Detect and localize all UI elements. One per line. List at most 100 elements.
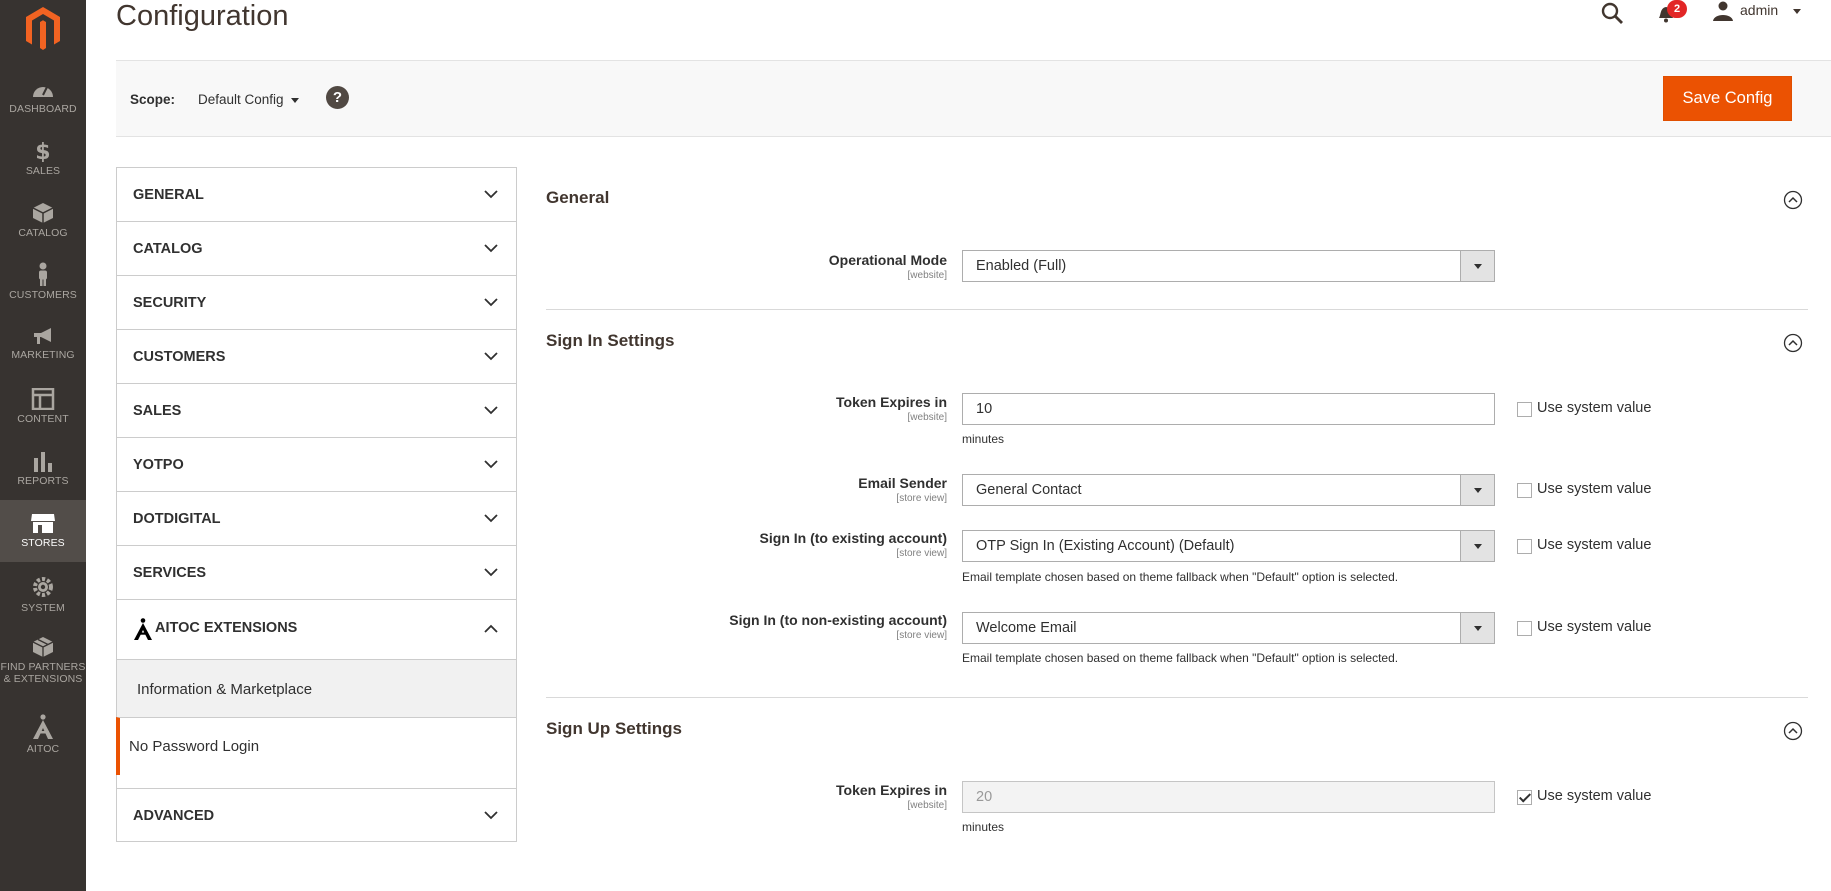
nav-aitoc-label: AITOC <box>26 743 60 755</box>
email-sender-label: Email Sender <box>858 475 947 491</box>
help-icon[interactable]: ? <box>326 86 349 109</box>
search-icon[interactable] <box>1600 1 1624 25</box>
aitoc-logo-icon <box>134 618 152 640</box>
tab-security-label: SECURITY <box>133 295 207 311</box>
select-arrow-icon <box>1460 251 1494 281</box>
nav-sales-label: SALES <box>25 165 61 177</box>
chevron-down-icon <box>484 244 498 253</box>
tab-general-label: GENERAL <box>133 187 204 203</box>
signup-token-expires-label: Token Expires in <box>836 782 947 798</box>
nav-content[interactable]: CONTENT <box>0 388 86 450</box>
tab-general[interactable]: GENERAL <box>116 167 517 221</box>
nav-partners[interactable]: FIND PARTNERS & EXTENSIONS <box>0 636 86 706</box>
checkbox[interactable] <box>1517 402 1532 417</box>
tab-dotdigital[interactable]: DOTDIGITAL <box>116 491 517 545</box>
tab-sales[interactable]: SALES <box>116 383 517 437</box>
email-sender-select[interactable]: General Contact <box>962 474 1495 506</box>
use-system-value-label: Use system value <box>1537 481 1652 497</box>
tab-catalog[interactable]: CATALOG <box>116 221 517 275</box>
magento-logo-icon[interactable] <box>25 6 61 52</box>
sign-in-non-existing-scope: [store view] <box>896 630 947 641</box>
chevron-up-icon <box>484 624 498 633</box>
tab-yotpo-label: YOTPO <box>133 457 184 473</box>
checkbox[interactable] <box>1517 621 1532 636</box>
tab-aitoc-label: AITOC EXTENSIONS <box>155 620 298 636</box>
nav-partners-label-1: FIND PARTNERS <box>0 661 86 673</box>
dollar-icon: $ <box>35 140 50 162</box>
tab-item-no-password-login[interactable]: No Password Login <box>116 717 517 775</box>
nav-reports-label: REPORTS <box>17 475 69 487</box>
nav-marketing[interactable]: MARKETING <box>0 326 86 388</box>
collapse-icon[interactable] <box>1783 333 1803 353</box>
sign-in-non-existing-note: Email template chosen based on theme fal… <box>962 651 1399 665</box>
scope-switcher[interactable]: Default Config <box>198 92 284 107</box>
tab-security[interactable]: SECURITY <box>116 275 517 329</box>
nav-customers-label: CUSTOMERS <box>9 289 77 301</box>
chevron-down-icon <box>484 406 498 415</box>
signup-token-expires-scope: [website] <box>907 800 947 811</box>
nav-stores[interactable]: STORES <box>0 500 86 562</box>
admin-username[interactable]: admin <box>1740 2 1778 18</box>
scope-caret-icon[interactable] <box>291 98 299 103</box>
nav-catalog[interactable]: CATALOG <box>0 202 86 264</box>
cube-icon <box>32 203 54 223</box>
use-system-value-label: Use system value <box>1537 537 1652 553</box>
nav-dashboard[interactable]: DASHBOARD <box>0 80 86 142</box>
tab-yotpo[interactable]: YOTPO <box>116 437 517 491</box>
chevron-down-icon <box>484 460 498 469</box>
nav-customers[interactable]: CUSTOMERS <box>0 262 86 324</box>
chevron-down-icon <box>484 298 498 307</box>
tab-customers[interactable]: CUSTOMERS <box>116 329 517 383</box>
save-config-button[interactable]: Save Config <box>1663 76 1792 121</box>
nav-partners-label-2: & EXTENSIONS <box>3 673 83 685</box>
chevron-down-icon <box>484 190 498 199</box>
nav-sales[interactable]: $ SALES <box>0 140 86 202</box>
collapse-icon[interactable] <box>1783 721 1803 741</box>
tab-services[interactable]: SERVICES <box>116 545 517 599</box>
tab-aitoc-extensions[interactable]: AITOC EXTENSIONS <box>116 599 517 659</box>
dashboard-icon <box>33 86 53 97</box>
config-tabs: GENERAL CATALOG SECURITY CUSTOMERS SALES… <box>116 167 517 842</box>
nav-aitoc[interactable]: AITOC <box>0 714 86 776</box>
operational-mode-scope: [website] <box>907 270 947 281</box>
sign-in-existing-select[interactable]: OTP Sign In (Existing Account) (Default) <box>962 530 1495 562</box>
tab-item-label: No Password Login <box>129 738 260 755</box>
chevron-down-icon <box>484 514 498 523</box>
section-sign-in-title[interactable]: Sign In Settings <box>546 331 674 351</box>
email-sender-scope: [store view] <box>896 493 947 504</box>
admin-sidebar: DASHBOARD $ SALES CATALOG CUSTOMERS MARK… <box>0 0 86 891</box>
nav-dashboard-label: DASHBOARD <box>9 103 77 115</box>
checkbox[interactable] <box>1517 790 1532 805</box>
operational-mode-select[interactable]: Enabled (Full) <box>962 250 1495 282</box>
section-general-title[interactable]: General <box>546 188 609 208</box>
sign-in-non-existing-select[interactable]: Welcome Email <box>962 612 1495 644</box>
nav-catalog-label: CATALOG <box>18 227 68 239</box>
input-value: 10 <box>976 401 993 417</box>
section-sign-up-title[interactable]: Sign Up Settings <box>546 719 682 739</box>
signup-token-expires-input[interactable]: 20 <box>962 781 1495 813</box>
section-divider <box>546 697 1808 698</box>
tab-item-information-marketplace[interactable]: Information & Marketplace <box>116 659 517 717</box>
checkbox[interactable] <box>1517 539 1532 554</box>
sign-in-existing-scope: [store view] <box>896 548 947 559</box>
chevron-down-icon[interactable] <box>1792 8 1802 15</box>
checkbox[interactable] <box>1517 483 1532 498</box>
use-system-value-label: Use system value <box>1537 788 1652 804</box>
scope-bar: Scope: Default Config ? <box>116 60 1831 137</box>
input-value: 20 <box>976 789 993 805</box>
token-expires-input[interactable]: 10 <box>962 393 1495 425</box>
user-icon[interactable] <box>1712 1 1734 21</box>
nav-content-label: CONTENT <box>17 413 69 425</box>
operational-mode-label: Operational Mode <box>828 252 947 268</box>
sign-in-existing-label: Sign In (to existing account) <box>759 530 947 546</box>
chevron-down-icon <box>484 811 498 820</box>
nav-system[interactable]: SYSTEM <box>0 575 86 637</box>
collapse-icon[interactable] <box>1783 190 1803 210</box>
select-arrow-icon <box>1460 613 1494 643</box>
gear-icon <box>33 577 53 597</box>
aitoc-icon <box>33 714 53 739</box>
notification-badge[interactable]: 2 <box>1667 0 1687 18</box>
tab-dotdigital-label: DOTDIGITAL <box>133 511 221 527</box>
signup-token-expires-note: minutes <box>962 820 1005 834</box>
tab-advanced[interactable]: ADVANCED <box>116 788 517 842</box>
